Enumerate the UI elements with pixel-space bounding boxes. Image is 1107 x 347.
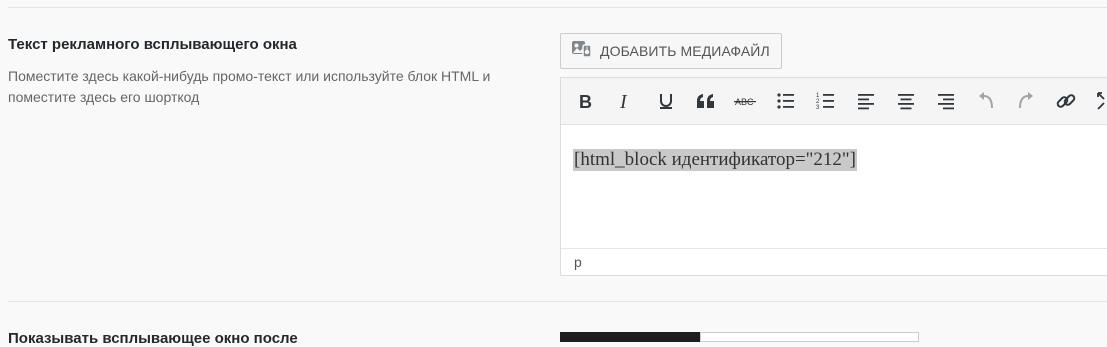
field-title: Текст рекламного всплывающего окна (8, 36, 297, 53)
link-button[interactable] (1053, 88, 1079, 114)
bold-icon: B (576, 91, 596, 111)
align-center-icon (896, 91, 916, 111)
element-path[interactable]: p (574, 254, 582, 270)
blockquote-button[interactable] (693, 88, 719, 114)
align-left-button[interactable] (853, 88, 879, 114)
numbered-list-button[interactable]: 123 (813, 88, 839, 114)
strikethrough-button[interactable]: ABC (733, 88, 759, 114)
align-left-icon (856, 91, 876, 111)
italic-button[interactable]: I (613, 88, 639, 114)
editor-content-text[interactable]: [html_block идентификатор="212"] (573, 149, 858, 171)
bullet-list-icon (776, 91, 796, 111)
divider-middle (8, 301, 1107, 302)
color-select-light[interactable] (700, 332, 919, 342)
blockquote-icon (695, 91, 717, 111)
editor-content-area[interactable]: [html_block идентификатор="212"] (561, 125, 1107, 249)
bold-button[interactable]: B (573, 88, 599, 114)
italic-icon: I (616, 91, 636, 111)
fullscreen-icon (1096, 91, 1107, 111)
undo-button[interactable] (973, 88, 999, 114)
color-select-dark[interactable] (560, 332, 700, 342)
media-add-icon (571, 39, 593, 64)
field-description: Поместите здесь какой-нибудь промо-текст… (8, 68, 491, 105)
fullscreen-button[interactable] (1093, 88, 1107, 114)
undo-icon (976, 91, 996, 111)
svg-text:B: B (579, 92, 592, 111)
strikethrough-icon: ABC (734, 91, 758, 111)
divider-top (8, 7, 1107, 8)
align-right-button[interactable] (933, 88, 959, 114)
svg-text:I: I (619, 91, 628, 111)
editor-statusbar: p (561, 248, 1107, 275)
underline-button[interactable] (653, 88, 679, 114)
align-right-icon (936, 91, 956, 111)
redo-icon (1016, 91, 1036, 111)
link-icon (1055, 90, 1077, 112)
numbered-list-icon: 123 (816, 91, 836, 111)
svg-text:3: 3 (816, 105, 820, 111)
underline-icon (656, 91, 676, 111)
bullet-list-button[interactable] (773, 88, 799, 114)
redo-button[interactable] (1013, 88, 1039, 114)
rich-text-editor: B I ABC 1 2 3 [html_block идентификатор=… (560, 77, 1107, 276)
align-center-button[interactable] (893, 88, 919, 114)
add-media-button[interactable]: ДОБАВИТЬ МЕДИАФАЙЛ (560, 33, 782, 69)
editor-toolbar: B I ABC 1 2 3 (561, 78, 1107, 125)
add-media-label: ДОБАВИТЬ МЕДИАФАЙЛ (600, 43, 770, 59)
